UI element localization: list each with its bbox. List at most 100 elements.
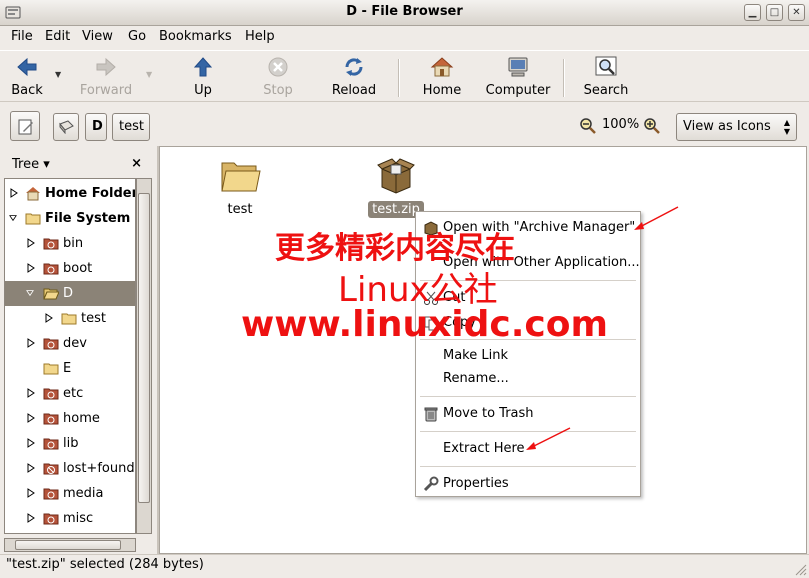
menu-separator [420, 339, 636, 340]
expander-collapsed-icon[interactable] [27, 438, 35, 448]
expander-collapsed-icon[interactable] [10, 188, 18, 198]
tree-vertical-scrollbar[interactable] [136, 178, 152, 534]
trash-icon [424, 407, 438, 422]
tree-item-lib[interactable]: lib [5, 431, 135, 456]
tree-item-test[interactable]: test [5, 306, 135, 331]
menu-item-open-with-other[interactable]: Open with Other Application... [416, 252, 640, 274]
menu-item-extract-here[interactable]: Extract Here [416, 438, 640, 460]
expander-expanded-icon[interactable] [26, 288, 34, 298]
stop-icon [268, 57, 288, 77]
restricted-folder-icon [43, 488, 59, 500]
menu-item-copy[interactable]: Copy [416, 312, 640, 334]
back-button[interactable]: Back [8, 55, 46, 98]
reload-button[interactable]: Reload [330, 55, 378, 98]
folder-icon [61, 313, 77, 325]
expander-collapsed-icon[interactable] [27, 463, 35, 473]
file-item-archive[interactable]: test.zip [366, 153, 426, 218]
menu-item-cut[interactable]: Cut [416, 287, 640, 309]
tree-item-home[interactable]: home [5, 406, 135, 431]
maximize-button[interactable]: □ [766, 4, 783, 21]
menu-separator [420, 396, 636, 397]
menu-item-properties[interactable]: Properties [416, 473, 640, 495]
menu-help[interactable]: Help [245, 29, 275, 44]
side-pane-selector[interactable]: Tree ▾ [12, 157, 50, 172]
computer-icon [508, 57, 528, 77]
tree-item-misc[interactable]: misc [5, 506, 135, 531]
expander-collapsed-icon[interactable] [27, 338, 35, 348]
minimize-button[interactable]: ▁ [744, 4, 761, 21]
restricted-folder-icon [43, 388, 59, 400]
home-button[interactable]: Home [420, 55, 464, 98]
folder-icon [221, 162, 261, 192]
close-side-pane-icon[interactable]: × [131, 156, 142, 171]
zoom-out-icon[interactable] [579, 117, 597, 135]
expander-collapsed-icon[interactable] [27, 413, 35, 423]
search-button[interactable]: Search [582, 55, 630, 98]
tree-item-file-system[interactable]: File System [5, 206, 135, 231]
menu-bookmarks[interactable]: Bookmarks [159, 29, 232, 44]
forward-history-dropdown[interactable]: ▼ [146, 70, 152, 79]
scrollbar-thumb[interactable] [138, 193, 150, 503]
archive-icon [424, 221, 438, 236]
menu-file[interactable]: File [11, 29, 33, 44]
archive-box-icon [377, 158, 415, 194]
tree-item-home-folder[interactable]: Home Folder [5, 181, 135, 206]
tree-item-bin[interactable]: bin [5, 231, 135, 256]
resize-grip-icon[interactable] [795, 564, 807, 576]
close-button[interactable]: ✕ [788, 4, 805, 21]
expander-expanded-icon[interactable] [9, 213, 17, 223]
select-arrows-icon: ▲ ▼ [783, 118, 790, 136]
tree-item-media[interactable]: media [5, 481, 135, 506]
forward-button[interactable]: Forward [78, 55, 134, 98]
menu-item-move-to-trash[interactable]: Move to Trash [416, 403, 640, 425]
tree-item-e[interactable]: E [5, 356, 135, 381]
breadcrumb-d[interactable]: D [85, 113, 107, 141]
drive-icon [59, 120, 74, 134]
scrollbar-thumb[interactable] [15, 540, 121, 550]
window-title: D - File Browser [346, 4, 463, 19]
view-as-select[interactable]: View as Icons ▲ ▼ [676, 113, 797, 141]
expander-collapsed-icon[interactable] [27, 238, 35, 248]
menu-edit[interactable]: Edit [45, 29, 70, 44]
wrench-icon [423, 476, 439, 492]
file-item-folder[interactable]: test [210, 153, 270, 218]
up-button[interactable]: Up [186, 55, 220, 98]
menu-item-open-with-archive-manager[interactable]: Open with "Archive Manager" [416, 217, 640, 239]
tree-horizontal-scrollbar[interactable] [4, 538, 136, 552]
menu-view[interactable]: View [82, 29, 113, 44]
menu-separator [420, 280, 636, 281]
expander-collapsed-icon[interactable] [27, 488, 35, 498]
tree-item-dev[interactable]: dev [5, 331, 135, 356]
computer-button[interactable]: Computer [484, 55, 552, 98]
zoom-level[interactable]: 100% [602, 117, 639, 132]
zoom-in-icon[interactable] [643, 117, 661, 135]
folder-tree: Home Folder File System bin boot D test [4, 178, 136, 534]
breadcrumb-root-button[interactable] [53, 113, 79, 141]
menu-item-make-link[interactable]: Make Link [416, 345, 640, 367]
toggle-location-entry-button[interactable] [10, 111, 40, 141]
expander-collapsed-icon[interactable] [27, 513, 35, 523]
expander-collapsed-icon[interactable] [27, 388, 35, 398]
title-bar[interactable]: D - File Browser ▁ □ ✕ [0, 0, 809, 26]
search-icon [595, 56, 617, 76]
no-access-folder-icon [43, 463, 59, 475]
menu-bar: File Edit View Go Bookmarks Help [0, 26, 809, 48]
menu-go[interactable]: Go [128, 29, 146, 44]
copy-icon [424, 316, 438, 331]
expander-collapsed-icon[interactable] [27, 263, 35, 273]
restricted-folder-icon [43, 338, 59, 350]
tree-item-d[interactable]: D [5, 281, 135, 306]
breadcrumb-test[interactable]: test [112, 113, 150, 141]
location-bar: D test 100% View as Icons ▲ ▼ [0, 103, 809, 145]
folder-icon [43, 363, 59, 375]
status-text: "test.zip" selected (284 bytes) [6, 557, 204, 572]
tree-item-etc[interactable]: etc [5, 381, 135, 406]
edit-location-icon [18, 119, 33, 135]
tree-item-lost-found[interactable]: lost+found [5, 456, 135, 481]
back-history-dropdown[interactable]: ▼ [55, 70, 61, 79]
stop-button[interactable]: Stop [258, 55, 298, 98]
expander-collapsed-icon[interactable] [45, 313, 53, 323]
menu-item-rename[interactable]: Rename... [416, 368, 640, 390]
tree-item-boot[interactable]: boot [5, 256, 135, 281]
side-pane: Tree ▾ × Home Folder File System bin boo… [0, 146, 157, 554]
